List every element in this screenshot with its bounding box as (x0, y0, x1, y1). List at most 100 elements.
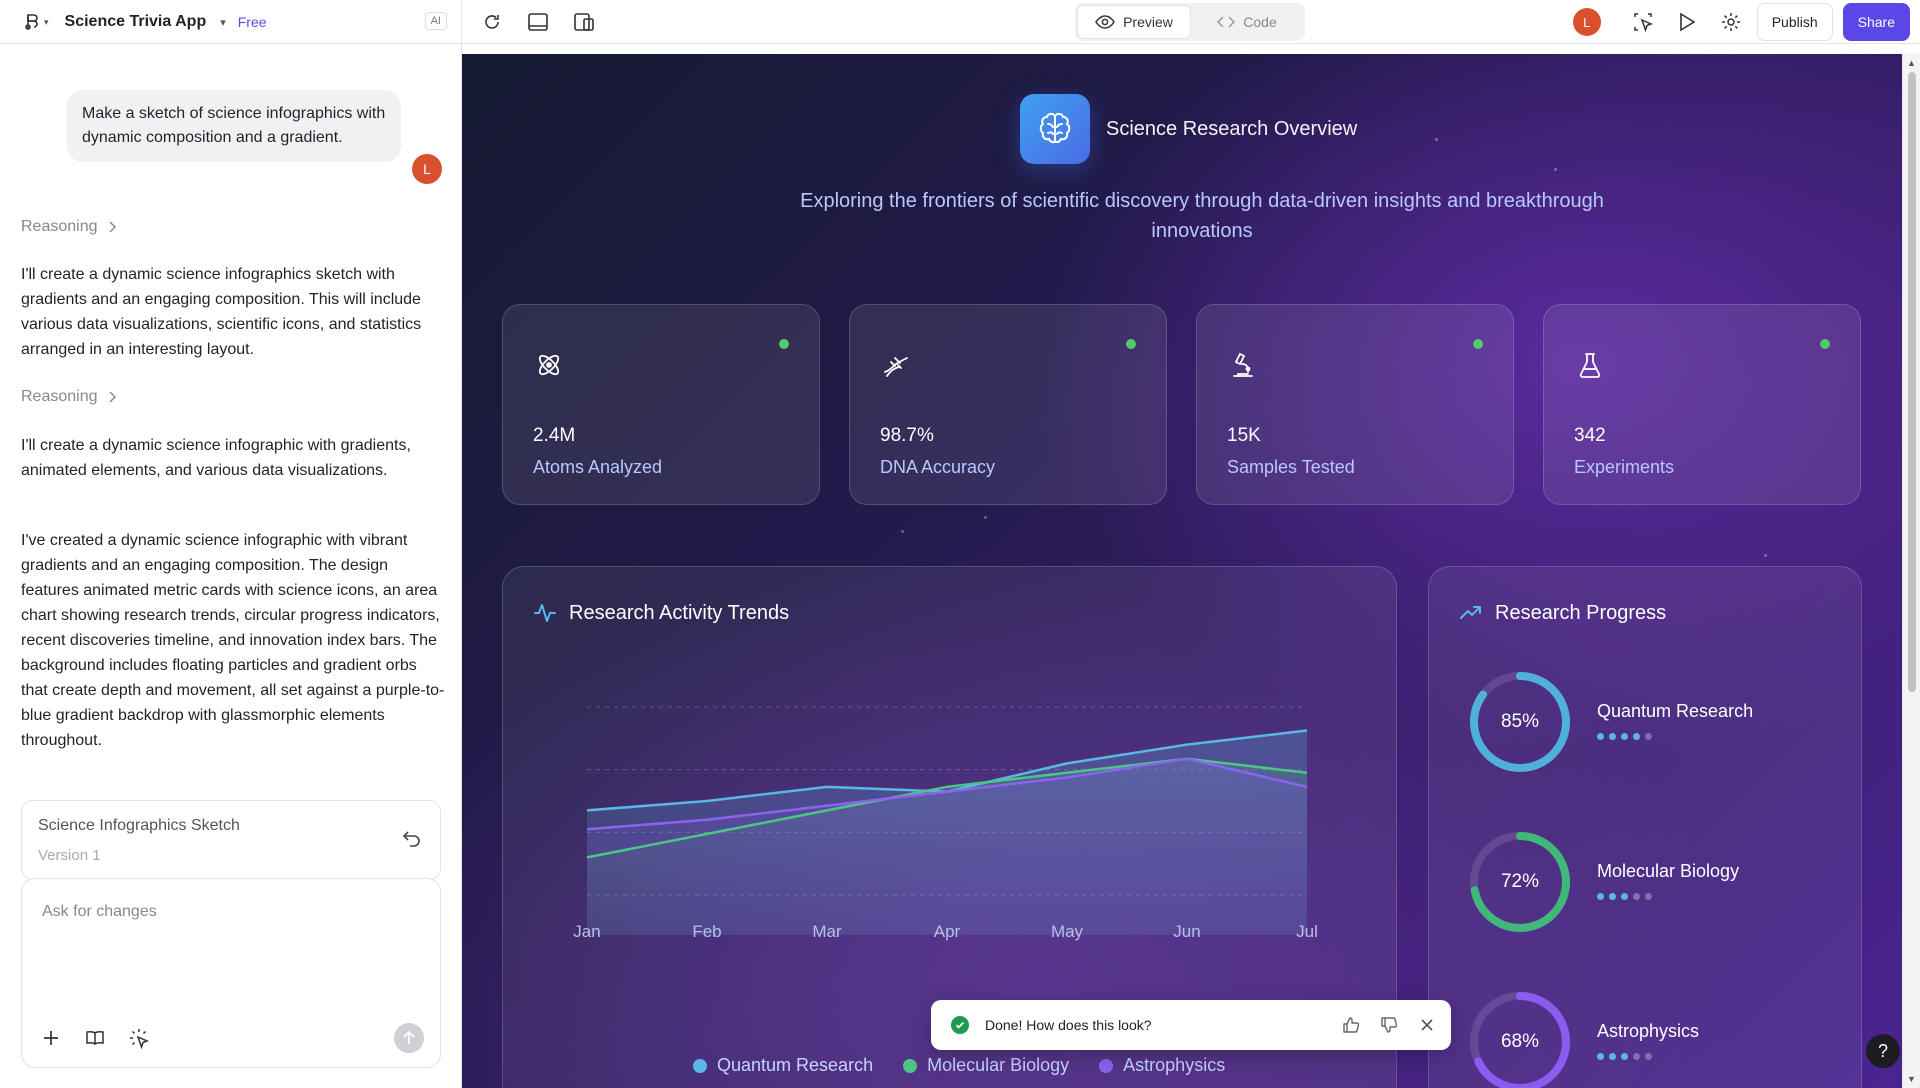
progress-dot (1609, 1053, 1616, 1060)
x-tick-label: Jun (1173, 922, 1200, 941)
x-tick-label: Jan (573, 922, 600, 941)
progress-percent: 72% (1500, 871, 1540, 892)
legend-item: Astrophysics (1099, 1055, 1225, 1076)
metric-card: 98.7% DNA Accuracy (849, 304, 1167, 505)
progress-dots (1597, 733, 1652, 740)
view-mode-toggle: Preview Code (1075, 3, 1305, 41)
metric-value: 98.7% (880, 425, 934, 446)
top-bar: ▾ Science Trivia App ▾ Free AI Preview C… (0, 0, 1920, 44)
responsive-view-icon[interactable] (572, 10, 596, 34)
gear-icon[interactable] (1719, 10, 1743, 34)
toolbar-actions: L Publish Share (1572, 0, 1920, 44)
particle (1435, 138, 1438, 141)
progress-name: Molecular Biology (1597, 861, 1740, 881)
assistant-message: I'll create a dynamic science infographi… (21, 437, 411, 479)
x-tick-label: Jul (1296, 922, 1318, 941)
assistant-message: I'll create a dynamic science infographi… (21, 266, 422, 358)
select-tool-icon[interactable] (128, 1027, 150, 1049)
metric-value: 2.4M (533, 425, 576, 446)
code-tab[interactable]: Code (1191, 5, 1303, 39)
reasoning-label: Reasoning (21, 388, 98, 405)
refresh-icon[interactable] (480, 10, 504, 34)
progress-dot (1621, 733, 1628, 740)
composer-input[interactable]: Ask for changes (42, 903, 157, 921)
progress-panel: Research Progress 85% Quantum Research 72%… (1428, 566, 1862, 1088)
version-label: Version 1 (38, 847, 101, 864)
thumbs-down-icon[interactable] (1379, 1015, 1399, 1035)
metric-card: 2.4M Atoms Analyzed (502, 304, 820, 505)
atom-icon (531, 347, 567, 383)
share-button[interactable]: Share (1842, 3, 1910, 41)
preview-scrollbar[interactable]: ▲ ▼ (1902, 54, 1920, 1088)
scroll-down-icon[interactable]: ▼ (1907, 1074, 1916, 1084)
chevron-down-icon: ▾ (44, 16, 49, 27)
version-card[interactable]: Science Infographics Sketch Version 1 (21, 800, 441, 880)
flask-icon (1572, 347, 1608, 383)
progress-name: Astrophysics (1597, 1021, 1700, 1041)
logo-icon (25, 14, 38, 30)
arrow-up-icon (403, 1031, 415, 1044)
legend-label: Molecular Biology (927, 1055, 1070, 1075)
status-dot (1473, 339, 1483, 349)
app-menu-button[interactable]: ▾ (22, 13, 49, 31)
x-tick-label: Apr (934, 922, 961, 941)
composer-tools (40, 1027, 150, 1049)
progress-dot (1597, 1053, 1604, 1060)
legend-swatch (903, 1058, 918, 1073)
app-title[interactable]: Science Trivia App (65, 13, 207, 31)
particle (984, 516, 987, 519)
progress-dot (1645, 1053, 1652, 1060)
preview-tab[interactable]: Preview (1077, 5, 1191, 39)
scrollbar-thumb[interactable] (1908, 72, 1916, 692)
undo-icon[interactable] (402, 829, 422, 852)
book-icon[interactable] (84, 1027, 106, 1049)
page-subtitle: Exploring the frontiers of scientific di… (800, 190, 1604, 242)
reasoning-toggle[interactable]: Reasoning (21, 218, 116, 236)
scroll-up-icon[interactable]: ▲ (1907, 58, 1916, 68)
thumbs-up-icon[interactable] (1341, 1015, 1361, 1035)
progress-percent: 68% (1500, 1031, 1540, 1052)
publish-button[interactable]: Publish (1756, 3, 1833, 41)
metric-label: Samples Tested (1227, 457, 1355, 477)
toast-actions (1341, 1000, 1437, 1050)
progress-dot (1609, 733, 1616, 740)
progress-dot (1621, 893, 1628, 900)
dna-icon (878, 347, 914, 383)
metric-label: Experiments (1574, 457, 1675, 477)
user-message: Make a sketch of science infographics wi… (67, 90, 401, 162)
chat-composer[interactable]: Ask for changes (21, 878, 441, 1068)
chat-panel: Make a sketch of science infographics wi… (0, 44, 462, 1088)
feedback-toast: Done! How does this look? (931, 1000, 1451, 1050)
progress-dot (1609, 893, 1616, 900)
app-preview: Science Research Overview Exploring the … (462, 54, 1902, 1088)
trending-up-icon (1460, 606, 1481, 619)
help-button[interactable]: ? (1866, 1034, 1900, 1068)
progress-dot (1633, 893, 1640, 900)
reasoning-toggle[interactable]: Reasoning (21, 388, 116, 406)
preview-tab-label: Preview (1123, 14, 1173, 30)
close-icon[interactable] (1417, 1015, 1437, 1035)
legend-item: Molecular Biology (903, 1055, 1069, 1076)
plus-icon[interactable] (40, 1027, 62, 1049)
progress-dot (1633, 733, 1640, 740)
ai-badge[interactable]: AI (424, 12, 447, 30)
progress-dot (1597, 733, 1604, 740)
desktop-view-icon[interactable] (526, 10, 550, 34)
chevron-down-icon[interactable]: ▾ (220, 16, 226, 29)
progress-item: 68% Astrophysics (1465, 987, 1845, 1088)
progress-item: 85% Quantum Research (1465, 667, 1845, 777)
assistant-message: I've created a dynamic science infograph… (21, 532, 445, 749)
progress-dot (1645, 893, 1652, 900)
progress-dot (1597, 893, 1604, 900)
play-icon[interactable] (1675, 10, 1699, 34)
progress-dots (1597, 893, 1652, 900)
progress-item: 72% Molecular Biology (1465, 827, 1845, 937)
legend-swatch (693, 1058, 707, 1073)
plan-badge[interactable]: Free (238, 14, 267, 30)
legend-item: Quantum Research (693, 1055, 873, 1076)
microscope-icon (1225, 347, 1261, 383)
send-button[interactable] (394, 1023, 424, 1053)
avatar[interactable]: L (1572, 8, 1601, 36)
select-element-icon[interactable] (1631, 10, 1655, 34)
legend-label: Astrophysics (1123, 1055, 1226, 1075)
